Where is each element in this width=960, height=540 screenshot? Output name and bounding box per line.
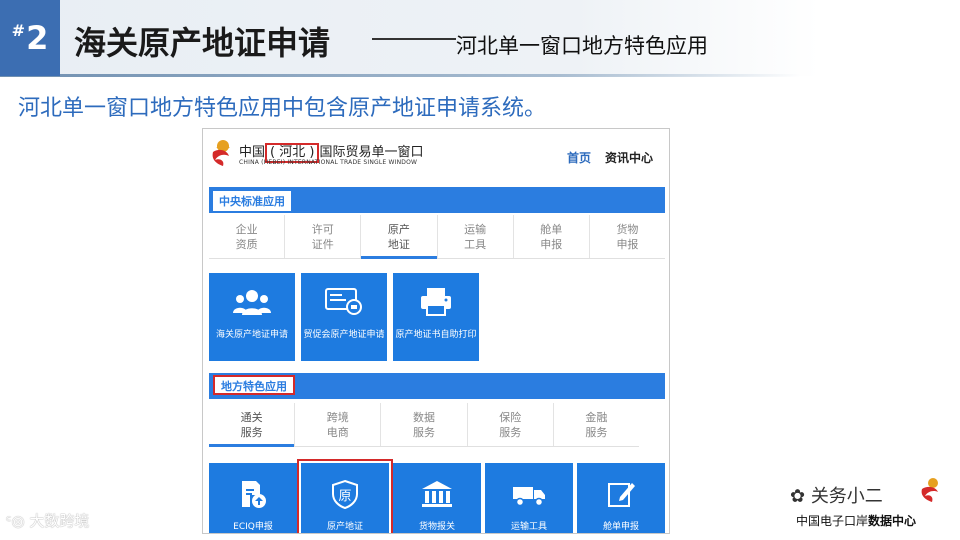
tab-line: 服务 <box>499 425 522 439</box>
central-section-bar: 中央标准应用 <box>209 187 665 213</box>
watermark-logo-icon: ᶜ◎ <box>6 512 30 530</box>
tile-label: ECIQ申报 <box>233 522 273 532</box>
portal-logo-icon <box>212 140 230 166</box>
tab-certificate-of-origin[interactable]: 原产 地证 <box>361 215 438 259</box>
portal-title-suffix: 国际贸易单一窗口 <box>319 145 424 160</box>
slide-title: 海关原产地证申请 <box>74 24 331 62</box>
tab-line: 原产 <box>387 222 410 236</box>
tile-label: 舱单申报 <box>602 522 639 532</box>
tab-goods-declaration[interactable]: 货物 申报 <box>590 215 665 258</box>
tab-line: 金融 <box>585 410 608 424</box>
local-section-label: 地方特色应用 <box>213 375 295 395</box>
origin-certificate-print-tile[interactable]: 原产地证书自助打印 <box>393 273 479 361</box>
tab-transport-vehicles[interactable]: 运输 工具 <box>438 215 514 258</box>
central-section-label: 中央标准应用 <box>213 191 291 211</box>
tab-line: 货物 <box>616 222 639 236</box>
document-upload-icon <box>242 481 266 508</box>
tile-label: 原产地证书自助打印 <box>395 330 477 340</box>
tab-data-services[interactable]: 数据 服务 <box>381 403 468 446</box>
watermark-left: ᶜ◎ 大数跨境 <box>6 510 89 531</box>
slide-header: #2 海关原产地证申请 河北单一窗口地方特色应用 <box>0 0 960 78</box>
nav-home-link[interactable]: 首页 <box>567 149 591 166</box>
goods-customs-tile[interactable]: 货物报关 <box>393 463 481 533</box>
portal-title-prefix: 中国 <box>239 145 266 160</box>
tab-line: 保险 <box>499 410 522 424</box>
watermark-left-text: 大数跨境 <box>29 512 90 530</box>
tab-license-documents[interactable]: 许可 证件 <box>285 215 362 258</box>
tab-line: 服务 <box>585 425 608 439</box>
intro-text: 河北单一窗口地方特色应用中包含原产地证申请系统。 <box>18 96 547 121</box>
tab-line: 电商 <box>326 425 349 439</box>
tab-manifest-declaration[interactable]: 舱单 申报 <box>514 215 590 258</box>
tab-line: 通关 <box>240 410 263 424</box>
ccpit-origin-certificate-tile[interactable]: 贸促会原产地证申请 <box>301 273 387 361</box>
watermark-caption: 中国电子口岸数据中心 <box>796 512 916 529</box>
wechat-icon: ✿ <box>790 486 811 507</box>
tile-label: 原产地证 <box>326 522 363 532</box>
caption-part-b: 数据中心 <box>868 514 917 528</box>
portal-screenshot: 中国( 河北 ) 国际贸易单一窗口 CHINA (HEBEI) INTERNATI… <box>202 128 670 534</box>
manifest-declaration-tile[interactable]: 舱单申报 <box>577 463 665 533</box>
local-section-bar: 地方特色应用 <box>209 373 665 399</box>
origin-glyph: 原 <box>338 489 351 504</box>
tab-line: 工具 <box>464 237 487 251</box>
customs-origin-certificate-tile[interactable]: 海关原产地证申请 <box>209 273 295 361</box>
printer-icon <box>421 288 451 316</box>
portal-header: 中国( 河北 ) 国际贸易单一窗口 CHINA (HEBEI) INTERNATI… <box>203 129 669 183</box>
wechat-account-name: 关务小二 <box>810 486 883 507</box>
wechat-account: ✿ 关务小二 <box>790 482 883 508</box>
origin-shield-icon: 原 <box>332 479 358 509</box>
certificate-card-icon <box>325 288 362 315</box>
tab-line: 申报 <box>616 237 639 251</box>
tab-cross-border-ecommerce[interactable]: 跨境 电商 <box>295 403 382 446</box>
tile-label: 海关原产地证申请 <box>215 330 288 340</box>
group-users-icon <box>233 290 271 315</box>
nav-news-link[interactable]: 资讯中心 <box>605 149 653 166</box>
tab-line: 服务 <box>240 425 263 439</box>
title-dash <box>372 38 456 40</box>
tab-finance-services[interactable]: 金融 服务 <box>554 403 639 446</box>
transport-vehicles-tile[interactable]: 运输工具 <box>485 463 573 533</box>
origin-certificate-tile[interactable]: 原 原产地证 <box>297 459 393 533</box>
port-logo-icon <box>921 478 938 502</box>
local-tabs: 通关 服务 跨境 电商 数据 服务 保险 服务 金融 服务 <box>209 403 639 447</box>
tab-line: 舱单 <box>540 222 563 236</box>
central-tabs: 企业 资质 许可 证件 原产 地证 运输 工具 舱单 申报 货物 申报 <box>209 215 665 259</box>
truck-icon <box>513 487 545 507</box>
tab-customs-services[interactable]: 通关 服务 <box>209 403 296 447</box>
tab-line: 数据 <box>413 410 435 424</box>
tab-line: 许可 <box>311 222 334 236</box>
edit-form-icon <box>608 483 635 507</box>
central-tiles: 海关原产地证申请 贸促会原产地证申请 原产地证书自助打印 <box>209 273 479 361</box>
tile-label: 贸促会原产地证申请 <box>303 330 385 340</box>
eciq-declaration-tile[interactable]: ECIQ申报 <box>209 463 297 533</box>
watermark-right: ✿ 关务小二 中国电子口岸数据中心 <box>790 476 955 536</box>
tab-line: 证件 <box>311 237 334 251</box>
tab-line: 跨境 <box>326 410 349 424</box>
tab-line: 地证 <box>387 237 410 251</box>
slide-number: 2 <box>26 19 49 57</box>
tab-enterprise-qualification[interactable]: 企业 资质 <box>209 215 286 258</box>
local-tiles: ECIQ申报 原 原产地证 货物报关 运输工具 舱单申报 <box>209 459 665 533</box>
slide-subtitle: 河北单一窗口地方特色应用 <box>456 34 708 58</box>
tab-line: 企业 <box>235 222 258 236</box>
tab-line: 申报 <box>540 237 563 251</box>
header-underline <box>0 74 800 77</box>
slide-number-prefix: # <box>11 20 26 40</box>
tab-line: 资质 <box>235 237 258 251</box>
tile-label: 货物报关 <box>418 522 455 532</box>
tab-line: 运输 <box>464 222 487 236</box>
slide-number-badge: #2 <box>0 0 60 76</box>
customs-building-icon <box>422 481 452 507</box>
tab-insurance-services[interactable]: 保险 服务 <box>468 403 554 446</box>
tile-label: 运输工具 <box>510 522 547 532</box>
tab-line: 服务 <box>413 425 435 439</box>
portal-subtitle: CHINA (HEBEI) INTERNATIONAL TRADE SINGLE… <box>239 159 418 166</box>
caption-part-a: 中国电子口岸 <box>796 514 869 528</box>
